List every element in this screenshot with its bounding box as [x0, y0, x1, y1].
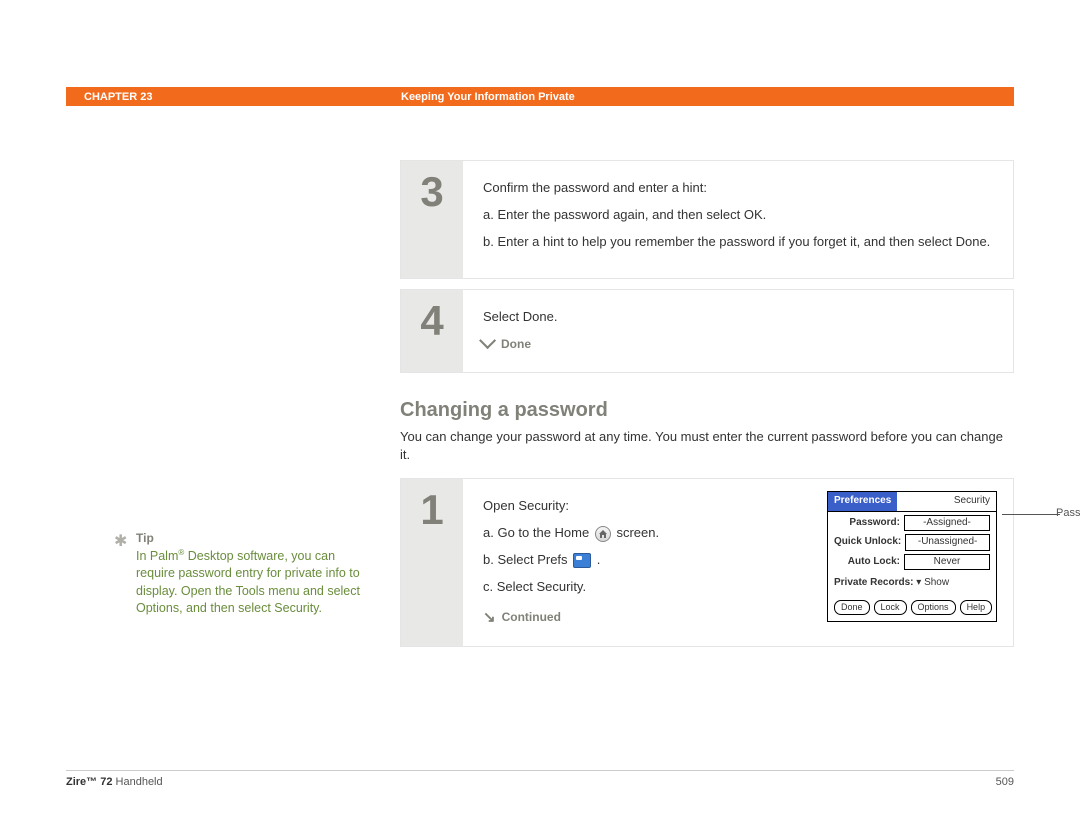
step-1-intro: Open Security: [483, 497, 733, 516]
tip-label: Tip [136, 530, 366, 547]
step-1-b: b. Select Prefs . [483, 551, 733, 570]
step-number-4: 4 [420, 300, 443, 342]
footer-product-rest: Handheld [112, 776, 162, 788]
palm-row-password: Password: -Assigned- [828, 512, 996, 532]
step-3-body: Confirm the password and enter a hint: a… [463, 161, 1013, 278]
step-number-1: 1 [420, 489, 443, 531]
step-1-c: c. Select Security. [483, 578, 733, 597]
home-icon [595, 526, 611, 542]
step-1-screenshot-area: Preferences Security Password: -Assigned… [733, 497, 993, 628]
chapter-header-bar: CHAPTER 23 Keeping Your Information Priv… [66, 87, 1014, 106]
step-1-b-prefix: b. Select Prefs [483, 552, 571, 567]
palm-private-value: Show [924, 577, 949, 588]
done-marker: Done [483, 336, 993, 353]
step-number-cell: 4 [401, 290, 463, 372]
step-3-intro: Confirm the password and enter a hint: [483, 179, 993, 198]
continued-label: Continued [502, 609, 561, 626]
step-1-a-prefix: a. Go to the Home [483, 525, 593, 540]
step-number-cell: 3 [401, 161, 463, 278]
step-1-a-suffix: screen. [616, 525, 659, 540]
asterisk-icon: ✱ [114, 531, 127, 553]
palm-autolock-label: Auto Lock: [834, 555, 900, 570]
step-number-cell: 1 [401, 479, 463, 646]
step-1-b-suffix: . [597, 552, 601, 567]
palm-autolock-box: Never [904, 554, 990, 571]
tip-text: In Palm® Desktop software, you can requi… [136, 547, 366, 618]
palm-options-button: Options [911, 600, 956, 615]
palm-security-label: Security [948, 492, 996, 511]
step-3-b: b. Enter a hint to help you remember the… [483, 233, 993, 252]
palm-row-autolock: Auto Lock: Never [828, 551, 996, 571]
step-1-a: a. Go to the Home screen. [483, 524, 733, 543]
palm-help-button: Help [960, 600, 993, 615]
palm-row-quickunlock: Quick Unlock: -Unassigned- [828, 531, 996, 551]
done-label: Done [501, 336, 531, 353]
palm-preferences-screenshot: Preferences Security Password: -Assigned… [827, 491, 997, 622]
palm-titlebar: Preferences Security [828, 492, 996, 512]
chapter-label: CHAPTER 23 [66, 91, 152, 103]
chapter-title: Keeping Your Information Private [401, 91, 575, 103]
section-heading: Changing a password [400, 399, 1014, 422]
continued-marker: Continued [483, 607, 733, 629]
palm-lock-button: Lock [874, 600, 907, 615]
palm-done-button: Done [834, 600, 870, 615]
palm-private-records: Private Records: ▾ Show [828, 570, 996, 594]
arrow-continued-icon [483, 607, 498, 629]
arrow-down-icon [483, 336, 497, 353]
prefs-icon [573, 553, 591, 568]
palm-private-label: Private Records: [834, 577, 913, 588]
step-3-block: 3 Confirm the password and enter a hint:… [400, 160, 1014, 279]
dropdown-caret-icon: ▾ [916, 577, 924, 588]
step-1-body: Open Security: a. Go to the Home screen.… [463, 479, 1013, 646]
footer-product: Zire™ 72 Handheld [66, 776, 163, 788]
footer-page-number: 509 [996, 776, 1014, 788]
palm-quickunlock-box: -Unassigned- [905, 534, 990, 551]
step-1-instructions: Open Security: a. Go to the Home screen.… [483, 497, 733, 628]
step-number-3: 3 [420, 171, 443, 213]
palm-button-row: Done Lock Options Help [828, 594, 996, 621]
step-4-block: 4 Select Done. Done [400, 289, 1014, 373]
palm-quickunlock-label: Quick Unlock: [834, 535, 901, 550]
step-4-text: Select Done. [483, 308, 993, 327]
page-footer: Zire™ 72 Handheld 509 [66, 770, 1014, 788]
step-3-a: a. Enter the password again, and then se… [483, 206, 993, 225]
palm-prefs-tab: Preferences [828, 492, 897, 511]
palm-password-box: -Assigned- [904, 515, 990, 532]
step-1-block: 1 Open Security: a. Go to the Home scree… [400, 478, 1014, 647]
palm-password-label: Password: [834, 516, 900, 531]
footer-product-bold: Zire™ 72 [66, 776, 112, 788]
password-box-callout: Password box [1056, 506, 1080, 522]
step-4-body: Select Done. Done [463, 290, 1013, 372]
sidebar-tip: ✱ Tip In Palm® Desktop software, you can… [136, 530, 366, 618]
callout-line [1002, 514, 1060, 515]
section-desc: You can change your password at any time… [400, 428, 1014, 464]
main-content: 3 Confirm the password and enter a hint:… [400, 160, 1014, 657]
